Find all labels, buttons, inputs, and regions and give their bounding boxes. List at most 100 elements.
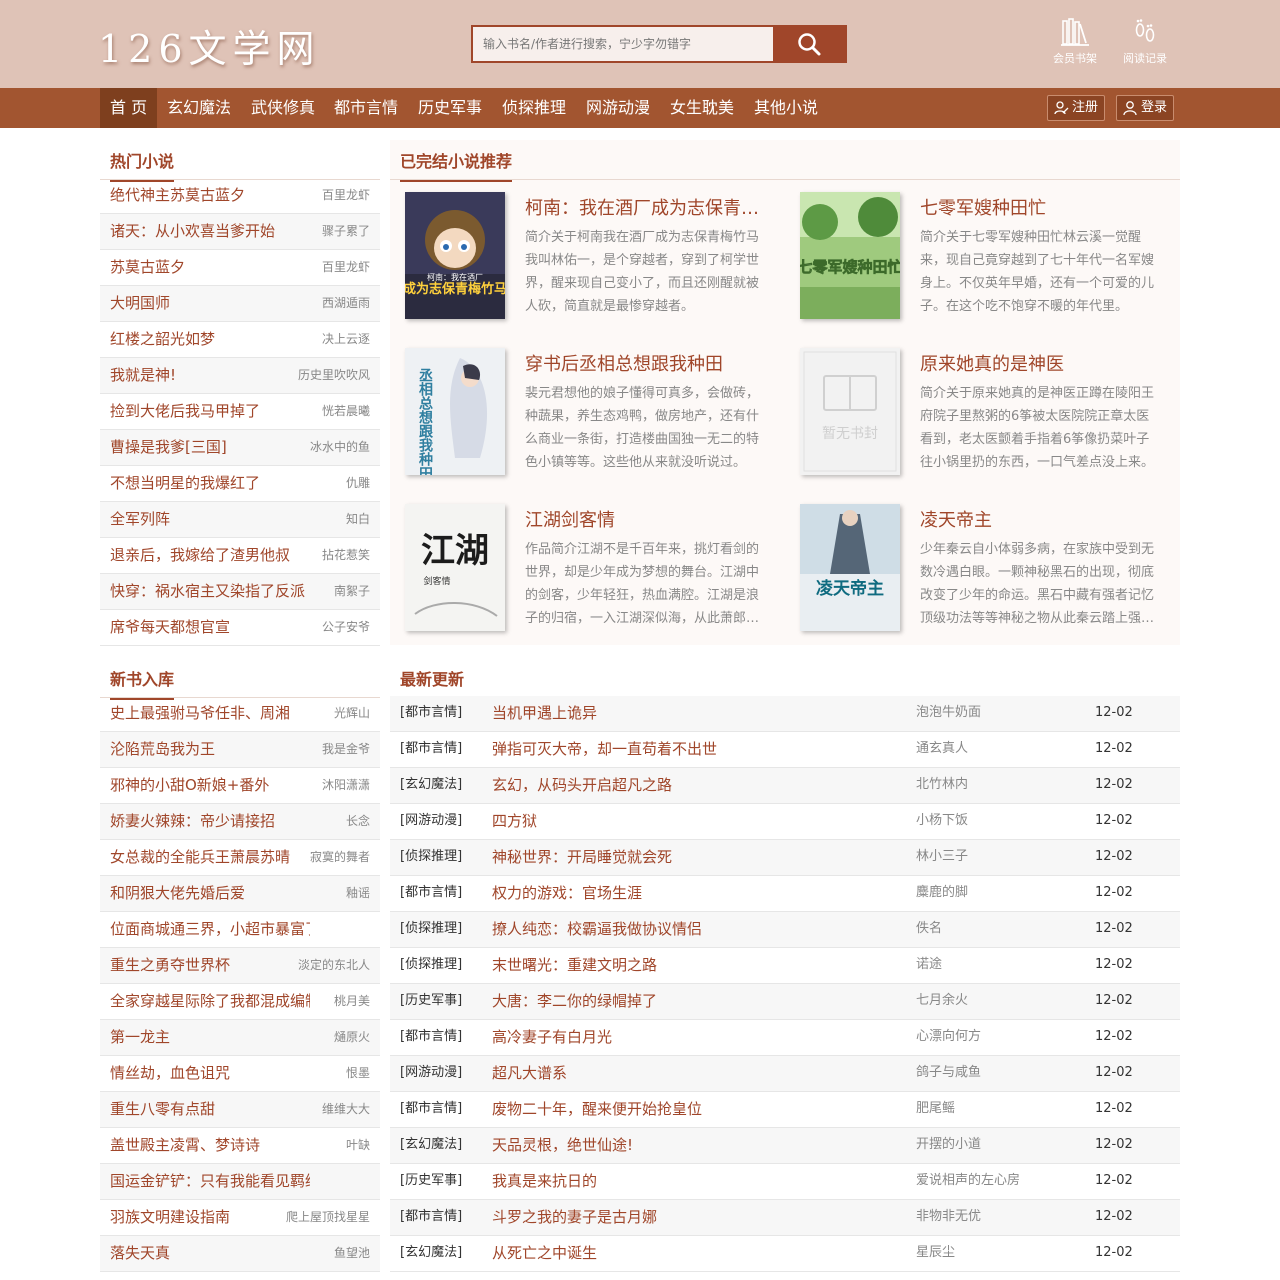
- update-category[interactable]: [玄幻魔法]: [400, 768, 462, 802]
- nav-xuanhuan[interactable]: 玄幻魔法: [157, 88, 241, 128]
- list-item[interactable]: 捡到大佬后我马甲掉了 恍若晨曦: [100, 394, 380, 430]
- table-row[interactable]: [历史军事] 大唐：李二你的绿帽掉了 七月余火 12-02: [390, 984, 1180, 1020]
- search-button[interactable]: [773, 27, 845, 61]
- nav-wuxia[interactable]: 武侠修真: [241, 88, 325, 128]
- table-row[interactable]: [都市言情] 斗罗之我的妻子是古月娜 非物非无优 12-02: [390, 1200, 1180, 1236]
- table-row[interactable]: [侦探推理] 神秘世界：开局睡觉就会死 林小三子 12-02: [390, 840, 1180, 876]
- book-card[interactable]: 凌天帝主 凌天帝主 少年秦云自小体弱多病，在家族中受到无数冷遇白眼。一颗神秘黑石…: [785, 494, 1165, 634]
- table-row[interactable]: [都市言情] 弹指可灭大帝，却一直苟着不出世 通玄真人 12-02: [390, 732, 1180, 768]
- update-category[interactable]: [都市言情]: [400, 732, 462, 766]
- list-item[interactable]: 不想当明星的我爆红了 仇雕: [100, 466, 380, 502]
- update-title-link[interactable]: 末世曙光：重建文明之路: [492, 948, 657, 982]
- novel-title-link[interactable]: 沦陷荒岛我为王: [110, 732, 310, 766]
- update-category[interactable]: [侦探推理]: [400, 948, 462, 982]
- novel-title-link[interactable]: 重生八零有点甜: [110, 1092, 310, 1126]
- table-row[interactable]: [侦探推理] 撩人纯恋：校霸逼我做协议情侣 佚名 12-02: [390, 912, 1180, 948]
- table-row[interactable]: [玄幻魔法] 天品灵根，绝世仙途! 开摆的小道 12-02: [390, 1128, 1180, 1164]
- novel-title-link[interactable]: 重生之勇夺世界杯: [110, 948, 310, 982]
- book-title[interactable]: 穿书后丞相总想跟我种田: [525, 350, 765, 376]
- book-card[interactable]: 江湖 剑客情 江湖剑客情 作品简介江湖不是千百年来，挑灯看剑的世界，却是少年成为…: [390, 494, 770, 634]
- update-category[interactable]: [侦探推理]: [400, 912, 462, 946]
- list-item[interactable]: 绝代神主苏莫古蓝夕 百里龙虾: [100, 178, 380, 214]
- novel-title-link[interactable]: 情丝劫，血色诅咒: [110, 1056, 310, 1090]
- list-item[interactable]: 女总裁的全能兵王萧晨苏晴 寂寞的舞者: [100, 840, 380, 876]
- update-category[interactable]: [玄幻魔法]: [400, 1236, 462, 1270]
- update-title-link[interactable]: 当机甲遇上诡异: [492, 696, 597, 730]
- update-title-link[interactable]: 天品灵根，绝世仙途!: [492, 1128, 633, 1162]
- list-item[interactable]: 苏莫古蓝夕 百里龙虾: [100, 250, 380, 286]
- update-category[interactable]: [都市言情]: [400, 1020, 462, 1054]
- book-cover[interactable]: 成为志保青梅竹马 柯南：我在酒厂: [405, 192, 505, 319]
- member-shelf-link[interactable]: 会员书架: [1045, 16, 1105, 66]
- update-category[interactable]: [玄幻魔法]: [400, 1128, 462, 1162]
- list-item[interactable]: 重生之勇夺世界杯 淡定的东北人: [100, 948, 380, 984]
- update-title-link[interactable]: 从死亡之中诞生: [492, 1236, 597, 1270]
- novel-title-link[interactable]: 第一龙主: [110, 1020, 310, 1054]
- table-row[interactable]: [网游动漫] 超凡大谱系 鸽子与咸鱼 12-02: [390, 1056, 1180, 1092]
- update-title-link[interactable]: 高冷妻子有白月光: [492, 1020, 612, 1054]
- list-item[interactable]: 国运金铲铲：只有我能看见羁绊: [100, 1164, 380, 1200]
- register-button[interactable]: 注册: [1047, 95, 1106, 121]
- novel-title-link[interactable]: 国运金铲铲：只有我能看见羁绊: [110, 1164, 310, 1198]
- novel-title-link[interactable]: 绝代神主苏莫古蓝夕: [110, 178, 310, 212]
- list-item[interactable]: 重生八零有点甜 维维大大: [100, 1092, 380, 1128]
- list-item[interactable]: 大明国师 西湖遁雨: [100, 286, 380, 322]
- novel-title-link[interactable]: 席爷每天都想官宣: [110, 610, 310, 644]
- table-row[interactable]: [玄幻魔法] 玄幻，从码头开启超凡之路 北竹林内 12-02: [390, 768, 1180, 804]
- nav-dushi[interactable]: 都市言情: [324, 88, 408, 128]
- novel-title-link[interactable]: 邪神的小甜O新娘+番外: [110, 768, 310, 802]
- list-item[interactable]: 盖世殿主凌霄、梦诗诗 叶缺: [100, 1128, 380, 1164]
- update-category[interactable]: [都市言情]: [400, 696, 462, 730]
- book-title[interactable]: 凌天帝主: [920, 506, 1160, 532]
- nav-qita[interactable]: 其他小说: [744, 88, 828, 128]
- book-title[interactable]: 柯南：我在酒厂成为志保青梅竹马: [525, 194, 765, 220]
- book-cover[interactable]: 丞相总想跟我种田: [405, 348, 505, 475]
- table-row[interactable]: [侦探推理] 末世曙光：重建文明之路 诺途 12-02: [390, 948, 1180, 984]
- book-card[interactable]: 暂无书封 原来她真的是神医 简介关于原来她真的是神医正蹲在陵阳王府院子里熬粥的6…: [785, 338, 1165, 478]
- list-item[interactable]: 诸天：从小欢喜当爹开始 骤子累了: [100, 214, 380, 250]
- update-title-link[interactable]: 超凡大谱系: [492, 1056, 567, 1090]
- book-card[interactable]: 七零军嫂种田忙 七零军嫂种田忙 简介关于七零军嫂种田忙林云溪一觉醒来，现自己竟穿…: [785, 182, 1165, 322]
- table-row[interactable]: [都市言情] 废物二十年，醒来便开始抢皇位 肥尾鳐 12-02: [390, 1092, 1180, 1128]
- book-title[interactable]: 原来她真的是神医: [920, 350, 1160, 376]
- list-item[interactable]: 第一龙主 熥原火: [100, 1020, 380, 1056]
- novel-title-link[interactable]: 退亲后，我嫁给了渣男他叔: [110, 538, 310, 572]
- book-cover[interactable]: 暂无书封: [800, 348, 900, 475]
- novel-title-link[interactable]: 快穿：祸水宿主又染指了反派: [110, 574, 310, 608]
- list-item[interactable]: 退亲后，我嫁给了渣男他叔 拈花惹笑: [100, 538, 380, 574]
- list-item[interactable]: 史上最强驸马爷任非、周湘 光辉山: [100, 696, 380, 732]
- novel-title-link[interactable]: 位面商城通三界，小超市暴富了: [110, 912, 310, 946]
- update-title-link[interactable]: 玄幻，从码头开启超凡之路: [492, 768, 672, 802]
- update-category[interactable]: [都市言情]: [400, 1092, 462, 1126]
- update-title-link[interactable]: 斗罗之我的妻子是古月娜: [492, 1200, 657, 1234]
- novel-title-link[interactable]: 捡到大佬后我马甲掉了: [110, 394, 310, 428]
- list-item[interactable]: 娇妻火辣辣：帝少请接招 长念: [100, 804, 380, 840]
- list-item[interactable]: 落失天真 鱼望池: [100, 1236, 380, 1272]
- update-title-link[interactable]: 四方狱: [492, 804, 537, 838]
- list-item[interactable]: 位面商城通三界，小超市暴富了: [100, 912, 380, 948]
- list-item[interactable]: 情丝劫，血色诅咒 恨墨: [100, 1056, 380, 1092]
- nav-lishi[interactable]: 历史军事: [408, 88, 492, 128]
- update-category[interactable]: [都市言情]: [400, 876, 462, 910]
- book-cover[interactable]: 江湖 剑客情: [405, 504, 505, 631]
- update-title-link[interactable]: 权力的游戏：官场生涯: [492, 876, 642, 910]
- table-row[interactable]: [玄幻魔法] 从死亡之中诞生 星辰尘 12-02: [390, 1236, 1180, 1272]
- book-title[interactable]: 江湖剑客情: [525, 506, 765, 532]
- novel-title-link[interactable]: 全军列阵: [110, 502, 310, 536]
- book-card[interactable]: 成为志保青梅竹马 柯南：我在酒厂 柯南：我在酒厂成为志保青梅竹马 简介关于柯南我…: [390, 182, 770, 322]
- novel-title-link[interactable]: 不想当明星的我爆红了: [110, 466, 310, 500]
- update-category[interactable]: [网游动漫]: [400, 1056, 462, 1090]
- update-title-link[interactable]: 我真是来抗日的: [492, 1164, 597, 1198]
- nav-home[interactable]: 首 页: [100, 88, 158, 128]
- novel-title-link[interactable]: 苏莫古蓝夕: [110, 250, 310, 284]
- list-item[interactable]: 席爷每天都想官宣 公子安爷: [100, 610, 380, 646]
- novel-title-link[interactable]: 和阴狠大佬先婚后爱: [110, 876, 310, 910]
- list-item[interactable]: 快穿：祸水宿主又染指了反派 南絮子: [100, 574, 380, 610]
- table-row[interactable]: [都市言情] 权力的游戏：官场生涯 麋鹿的脚 12-02: [390, 876, 1180, 912]
- nav-wangyou[interactable]: 网游动漫: [576, 88, 660, 128]
- list-item[interactable]: 邪神的小甜O新娘+番外 沐阳潇潇: [100, 768, 380, 804]
- update-title-link[interactable]: 撩人纯恋：校霸逼我做协议情侣: [492, 912, 702, 946]
- novel-title-link[interactable]: 大明国师: [110, 286, 310, 320]
- update-title-link[interactable]: 神秘世界：开局睡觉就会死: [492, 840, 672, 874]
- novel-title-link[interactable]: 红楼之韶光如梦: [110, 322, 310, 356]
